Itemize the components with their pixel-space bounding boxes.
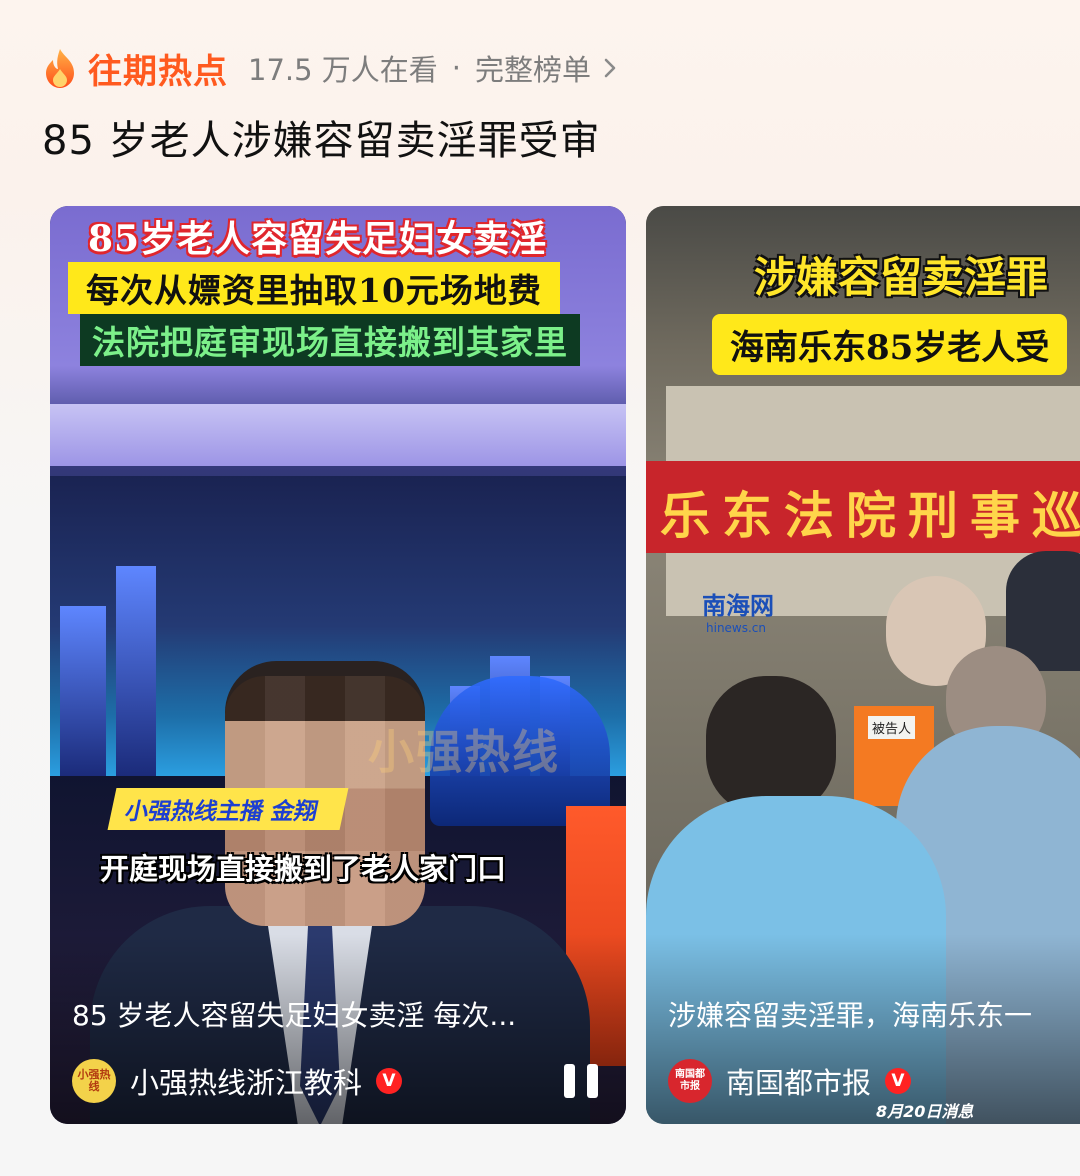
viewer-count: 17.5 万人在看 xyxy=(248,53,438,87)
anchor-name-tag: 小强热线主播 金翔 xyxy=(107,788,349,830)
news-logo-url: hinews.cn xyxy=(706,621,767,635)
overlay-subheadline: 每次从嫖资里抽取10元场地费 xyxy=(68,262,560,314)
verified-icon: V xyxy=(376,1068,403,1094)
spectator-head xyxy=(706,676,836,816)
date-stamp: 8月20日消息 xyxy=(876,1102,974,1121)
overlay-headline: 85岁老人容留失足妇女卖淫 xyxy=(88,218,548,260)
topic-title[interactable]: 85 岁老人涉嫌容留卖淫罪受审 xyxy=(42,108,601,166)
overlay-headline: 涉嫌容留卖淫罪 xyxy=(754,253,1049,302)
author-name[interactable]: 南国都市报 xyxy=(726,1060,871,1102)
flame-icon xyxy=(46,49,74,88)
author-row[interactable]: 南国都市报 南国都市报 V xyxy=(668,1058,912,1104)
video-subtitle: 开庭现场直接搬到了老人家门口 xyxy=(100,852,507,886)
defendant-label: 被告人 xyxy=(868,716,916,739)
avatar[interactable]: 小强热线 xyxy=(72,1059,116,1103)
pause-icon[interactable] xyxy=(564,1064,598,1098)
avatar-text: 南国都市报 xyxy=(675,1069,705,1092)
section-title: 往期热点 xyxy=(88,51,228,92)
video-caption[interactable]: 涉嫌容留卖淫罪，海南乐东一 xyxy=(668,994,1080,1034)
author-name[interactable]: 小强热线浙江教科 xyxy=(130,1060,362,1102)
video-card[interactable]: 小强热线 85岁老人容留失足妇女卖淫 每次从嫖资里抽取10元场地费 法院把庭审现… xyxy=(50,206,626,1124)
author-row[interactable]: 小强热线 小强热线浙江教科 V xyxy=(72,1058,403,1104)
verified-icon: V xyxy=(885,1068,912,1094)
overlay-subheadline: 海南乐东85岁老人受 xyxy=(712,314,1068,375)
news-logo: 南海网 hinews.cn xyxy=(702,586,774,635)
channel-watermark: 小强热线 xyxy=(368,725,560,779)
video-card[interactable]: 涉嫌容留卖淫罪 海南乐东85岁老人受 乐东法院刑事巡 南海网 hinews.cn… xyxy=(646,206,1080,1124)
avatar-text: 小强热线 xyxy=(77,1068,111,1093)
chevron-right-icon[interactable] xyxy=(603,57,617,79)
hot-topics-header: 往期热点 17.5 万人在看 · 完整榜单 xyxy=(42,44,617,92)
separator-dot: · xyxy=(451,51,462,85)
avatar[interactable]: 南国都市报 xyxy=(668,1059,712,1103)
news-logo-text: 南海网 xyxy=(702,592,774,620)
court-banner-text: 乐东法院刑事巡 xyxy=(660,486,1080,545)
studio-light-bar xyxy=(50,404,626,466)
video-caption[interactable]: 85 岁老人容留失足妇女卖淫 每次... xyxy=(72,994,592,1034)
overlay-detail: 法院把庭审现场直接搬到其家里 xyxy=(80,314,580,366)
full-list-link[interactable]: 完整榜单 xyxy=(475,47,591,89)
